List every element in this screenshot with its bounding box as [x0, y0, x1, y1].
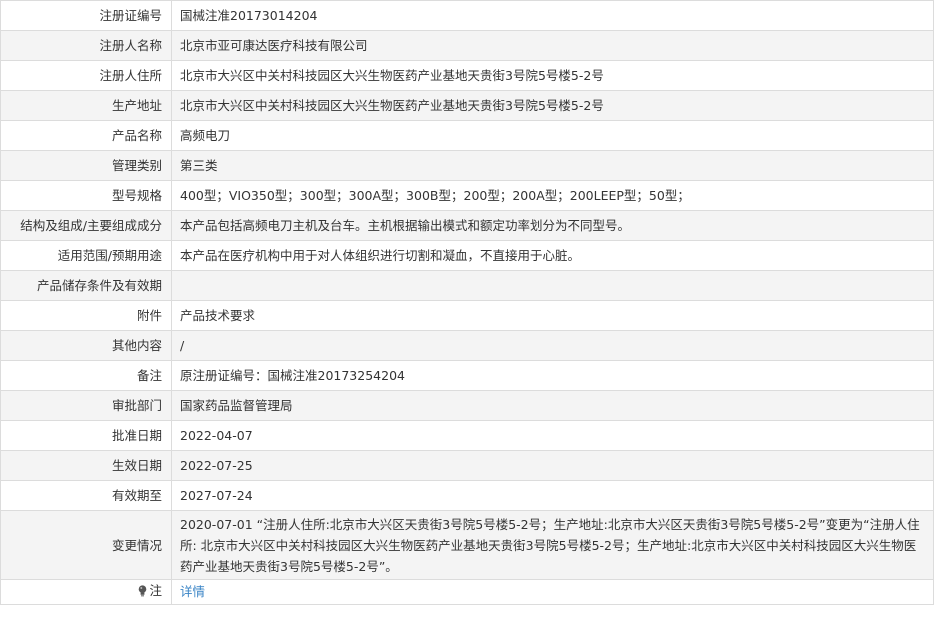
row-value: 本产品包括高频电刀主机及台车。主机根据输出模式和额定功率划分为不同型号。 [171, 210, 934, 241]
table-row: 适用范围/预期用途 本产品在医疗机构中用于对人体组织进行切割和凝血，不直接用于心… [0, 240, 934, 271]
row-value: 北京市亚可康达医疗科技有限公司 [171, 30, 934, 61]
row-label: 型号规格 [0, 180, 172, 211]
row-label: 注册人名称 [0, 30, 172, 61]
row-value: 2022-04-07 [171, 420, 934, 451]
row-value: 北京市大兴区中关村科技园区大兴生物医药产业基地天贵街3号院5号楼5-2号 [171, 60, 934, 91]
table-row: 产品储存条件及有效期 [0, 270, 934, 301]
row-value: 高频电刀 [171, 120, 934, 151]
row-label: 产品名称 [0, 120, 172, 151]
row-value: 国械注准20173014204 [171, 0, 934, 31]
row-label: 审批部门 [0, 390, 172, 421]
table-row: 结构及组成/主要组成成分 本产品包括高频电刀主机及台车。主机根据输出模式和额定功… [0, 210, 934, 241]
row-label: 管理类别 [0, 150, 172, 181]
row-value: 原注册证编号：国械注准20173254204 [171, 360, 934, 391]
note-label: 注 [149, 583, 162, 598]
row-label: 注册人住所 [0, 60, 172, 91]
row-label: 结构及组成/主要组成成分 [0, 210, 172, 241]
table-row: 其他内容 / [0, 330, 934, 361]
row-label: 备注 [0, 360, 172, 391]
row-value [171, 270, 934, 301]
row-value: 2027-07-24 [171, 480, 934, 511]
row-label: 适用范围/预期用途 [0, 240, 172, 271]
table-row: 注册人名称 北京市亚可康达医疗科技有限公司 [0, 30, 934, 61]
table-row: 备注 原注册证编号：国械注准20173254204 [0, 360, 934, 391]
note-row: 注 详情 [0, 579, 934, 605]
table-row: 注册证编号 国械注准20173014204 [0, 0, 934, 31]
row-value: / [171, 330, 934, 361]
row-value: 2022-07-25 [171, 450, 934, 481]
table-row: 注册人住所 北京市大兴区中关村科技园区大兴生物医药产业基地天贵街3号院5号楼5-… [0, 60, 934, 91]
row-value: 产品技术要求 [171, 300, 934, 331]
note-label-cell: 注 [0, 579, 172, 605]
row-label: 批准日期 [0, 420, 172, 451]
row-value: 国家药品监督管理局 [171, 390, 934, 421]
table-row: 管理类别 第三类 [0, 150, 934, 181]
table-row: 批准日期 2022-04-07 [0, 420, 934, 451]
table-row: 生产地址 北京市大兴区中关村科技园区大兴生物医药产业基地天贵街3号院5号楼5-2… [0, 90, 934, 121]
row-label: 其他内容 [0, 330, 172, 361]
table-row: 型号规格 400型；VIO350型；300型；300A型；300B型；200型；… [0, 180, 934, 211]
table-row: 产品名称 高频电刀 [0, 120, 934, 151]
table-row: 审批部门 国家药品监督管理局 [0, 390, 934, 421]
row-value: 本产品在医疗机构中用于对人体组织进行切割和凝血，不直接用于心脏。 [171, 240, 934, 271]
table-row: 附件 产品技术要求 [0, 300, 934, 331]
row-label: 附件 [0, 300, 172, 331]
row-label: 注册证编号 [0, 0, 172, 31]
row-label: 变更情况 [0, 510, 172, 580]
row-value: 北京市大兴区中关村科技园区大兴生物医药产业基地天贵街3号院5号楼5-2号 [171, 90, 934, 121]
details-link[interactable]: 详情 [180, 584, 205, 599]
table-row: 生效日期 2022-07-25 [0, 450, 934, 481]
row-label: 生产地址 [0, 90, 172, 121]
row-value: 400型；VIO350型；300型；300A型；300B型；200型；200A型… [171, 180, 934, 211]
row-label: 有效期至 [0, 480, 172, 511]
row-value: 2020-07-01 “注册人住所:北京市大兴区天贵街3号院5号楼5-2号；生产… [171, 510, 934, 580]
table-row: 变更情况 2020-07-01 “注册人住所:北京市大兴区天贵街3号院5号楼5-… [0, 510, 934, 580]
lightbulb-icon [138, 583, 147, 603]
note-value-cell: 详情 [171, 579, 934, 605]
row-label: 产品储存条件及有效期 [0, 270, 172, 301]
table-row: 有效期至 2027-07-24 [0, 480, 934, 511]
registration-detail-table: 注册证编号 国械注准20173014204 注册人名称 北京市亚可康达医疗科技有… [0, 0, 934, 605]
row-value: 第三类 [171, 150, 934, 181]
row-label: 生效日期 [0, 450, 172, 481]
